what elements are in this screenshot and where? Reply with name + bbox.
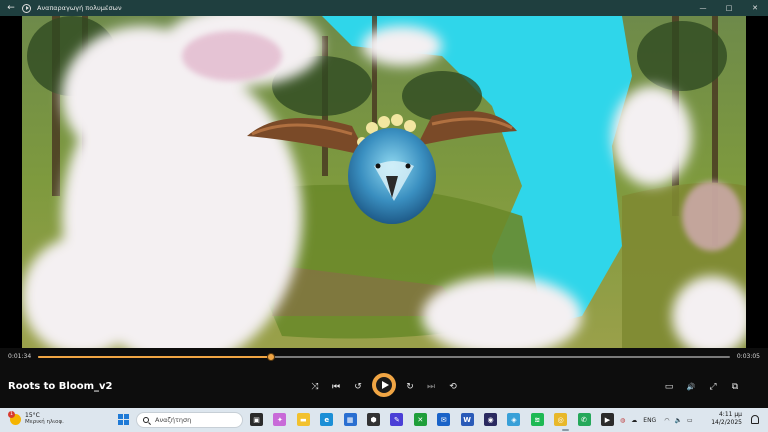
- wifi-icon[interactable]: ◠: [664, 417, 669, 424]
- app-tray-icon[interactable]: ◍: [620, 417, 625, 424]
- window-controls: — □ ✕: [690, 0, 768, 16]
- shuffle-icon[interactable]: ⤨: [308, 380, 322, 394]
- store-icon[interactable]: ▦: [343, 413, 357, 426]
- sun-icon: 1: [8, 410, 21, 425]
- github-desktop-icon[interactable]: ⬢: [367, 413, 380, 426]
- xbox-icon[interactable]: ✕: [413, 413, 427, 426]
- minimize-button[interactable]: —: [690, 0, 716, 16]
- file-explorer-icon[interactable]: ▬: [296, 413, 310, 426]
- onedrive-icon[interactable]: ☁: [631, 417, 637, 424]
- taskbar: 1 15°C Μερική ηλιοφ. Αναζήτηση ▣ ✦ ▬ e ▦ ⬢ ✎ ✕ ✉…: [0, 408, 768, 432]
- word-icon[interactable]: W: [460, 413, 474, 426]
- close-button[interactable]: ✕: [742, 0, 768, 16]
- previous-icon[interactable]: ⏮: [329, 380, 343, 394]
- seek-progress: [38, 356, 272, 358]
- fullscreen-icon[interactable]: ⤢: [706, 380, 720, 394]
- messenger-icon[interactable]: ◉: [484, 413, 497, 426]
- notification-bell-icon[interactable]: [751, 415, 759, 424]
- outlook-icon[interactable]: ✉: [437, 413, 451, 426]
- edge-icon[interactable]: e: [320, 413, 334, 426]
- weather-widget[interactable]: 1 15°C Μερική ηλιοφ.: [8, 410, 64, 426]
- media-title: Roots to Bloom_v2: [8, 381, 113, 392]
- maps-icon[interactable]: ◈: [507, 413, 521, 426]
- weather-desc: Μερική ηλιοφ.: [25, 419, 64, 425]
- battery-icon[interactable]: ▭: [687, 417, 693, 424]
- volume-icon[interactable]: 🔊: [684, 380, 698, 394]
- weather-temp: 15°C: [25, 412, 40, 419]
- next-icon[interactable]: ⏭: [424, 380, 438, 394]
- clock[interactable]: 4:11 μμ 14/2/2025: [711, 411, 742, 427]
- maximize-button[interactable]: □: [716, 0, 742, 16]
- language-indicator[interactable]: ENG: [643, 417, 656, 424]
- back-arrow-icon[interactable]: ←: [0, 3, 22, 13]
- clock-date: 14/2/2025: [711, 419, 742, 426]
- start-button[interactable]: [118, 414, 129, 425]
- search-placeholder: Αναζήτηση: [155, 416, 192, 424]
- spotify-icon[interactable]: ≋: [530, 413, 544, 426]
- play-button[interactable]: [372, 373, 396, 397]
- repeat-icon[interactable]: ⟲: [446, 380, 460, 394]
- chrome-icon[interactable]: ◎: [554, 413, 568, 426]
- chevron-up-icon[interactable]: ^: [606, 417, 611, 424]
- clock-time: 4:11 μμ: [718, 411, 742, 418]
- speaker-icon[interactable]: 🔈: [674, 417, 681, 424]
- whatsapp-icon[interactable]: ✆: [577, 413, 591, 426]
- video-frame[interactable]: [22, 16, 746, 348]
- active-app-indicator: [562, 429, 569, 431]
- miniplayer-icon[interactable]: ▭: [662, 380, 676, 394]
- seek-bar[interactable]: [38, 353, 730, 361]
- cast-icon[interactable]: ⧉: [728, 380, 742, 394]
- current-time: 0:01:34: [8, 353, 32, 360]
- rewind-icon[interactable]: ↺: [351, 380, 365, 394]
- search-icon: [143, 417, 149, 423]
- weather-badge: 1: [8, 410, 15, 418]
- media-player-app-icon: [22, 3, 31, 13]
- title-bar: ← Αναπαραγωγή πολυμέσων — □ ✕: [0, 0, 768, 16]
- total-time: 0:03:05: [736, 353, 760, 360]
- windows-logo-icon: [118, 414, 123, 419]
- window-title: Αναπαραγωγή πολυμέσων: [37, 4, 122, 12]
- forward-icon[interactable]: ↻: [403, 380, 417, 394]
- pen-app-icon[interactable]: ✎: [390, 413, 404, 426]
- seek-thumb[interactable]: [267, 353, 276, 361]
- play-icon: [381, 381, 389, 389]
- search-box[interactable]: Αναζήτηση: [136, 412, 243, 428]
- task-view-icon[interactable]: ▣: [250, 413, 263, 426]
- playback-controls: 0:01:34 0:03:05 Roots to Bloom_v2 ⤨ ⏮ ↺ …: [0, 348, 768, 408]
- copilot-icon[interactable]: ✦: [273, 413, 287, 426]
- system-tray: ^ ◍ ☁ ENG ◠ 🔈 ▭: [606, 408, 693, 432]
- video-image: [22, 16, 746, 348]
